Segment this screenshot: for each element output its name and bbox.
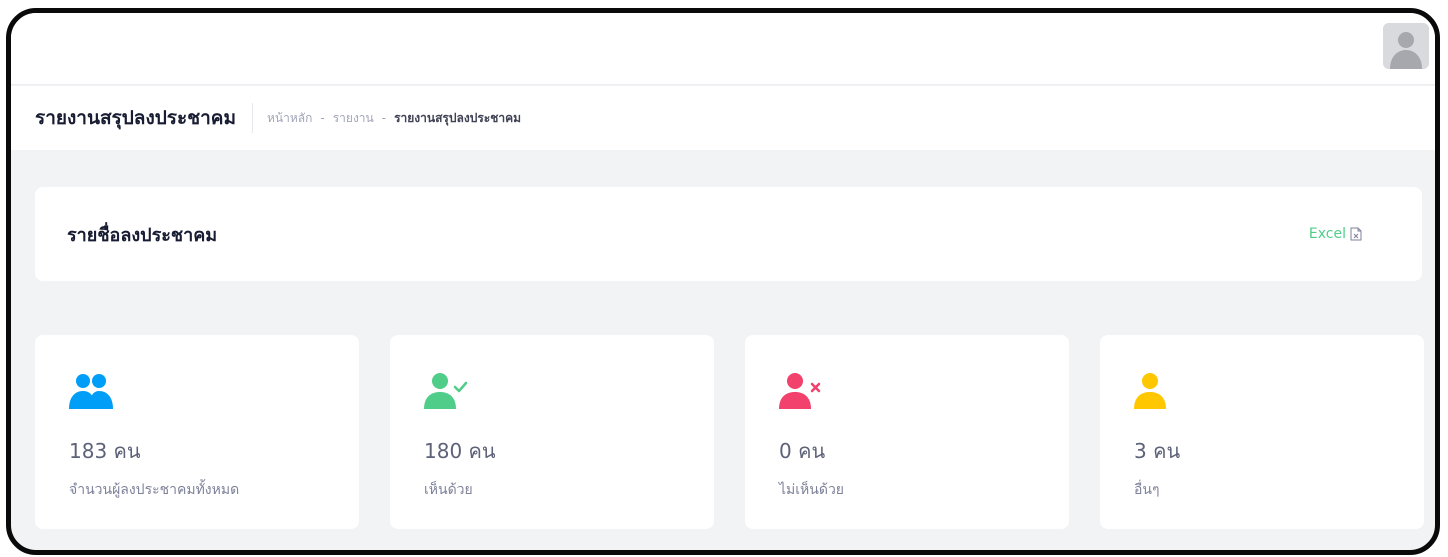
stat-label-other: อื่นๆ <box>1134 482 1160 498</box>
user-avatar[interactable] <box>1383 23 1429 69</box>
sub-header: รายงานสรุปลงประชาคม หน้าหลัก - รายงาน - … <box>11 86 1435 150</box>
breadcrumb-separator: - <box>381 111 387 125</box>
file-excel-icon <box>1350 227 1362 241</box>
excel-label: Excel <box>1308 226 1346 242</box>
card-title: รายชื่อลงประชาคม <box>67 224 218 246</box>
excel-export-button[interactable]: Excel <box>1309 226 1362 242</box>
stat-value-other: 3 คน <box>1134 439 1181 463</box>
stat-label-total: จำนวนผู้ลงประชาคมทั้งหมด <box>69 482 240 498</box>
breadcrumb-item-reports[interactable]: รายงาน <box>333 109 374 128</box>
stat-value-disagree: 0 คน <box>779 439 826 463</box>
top-bar <box>11 13 1435 85</box>
user-check-icon <box>424 373 468 409</box>
stat-label-agree: เห็นด้วย <box>424 482 473 498</box>
stat-value-total: 183 คน <box>69 439 141 463</box>
stat-card-total: 183 คน จำนวนผู้ลงประชาคมทั้งหมด <box>35 335 359 529</box>
header-divider <box>252 103 253 133</box>
stat-card-other: 3 คน อื่นๆ <box>1100 335 1424 529</box>
breadcrumb: หน้าหลัก - รายงาน - รายงานสรุปลงประชาคม <box>267 109 521 128</box>
app-frame: รายงานสรุปลงประชาคม หน้าหลัก - รายงาน - … <box>6 8 1440 555</box>
users-icon <box>69 374 113 409</box>
list-header-card: รายชื่อลงประชาคม Excel <box>35 187 1422 281</box>
user-icon <box>1134 373 1166 409</box>
stat-value-agree: 180 คน <box>424 439 496 463</box>
breadcrumb-item-home[interactable]: หน้าหลัก <box>267 109 312 128</box>
page-title: รายงานสรุปลงประชาคม <box>35 107 236 129</box>
breadcrumb-separator: - <box>320 111 325 125</box>
stat-label-disagree: ไม่เห็นด้วย <box>779 482 845 498</box>
user-avatar-icon <box>1383 23 1429 69</box>
stat-card-agree: 180 คน เห็นด้วย <box>390 335 714 529</box>
user-times-icon <box>779 373 821 409</box>
stat-card-disagree: 0 คน ไม่เห็นด้วย <box>745 335 1069 529</box>
breadcrumb-item-current: รายงานสรุปลงประชาคม <box>394 110 522 125</box>
